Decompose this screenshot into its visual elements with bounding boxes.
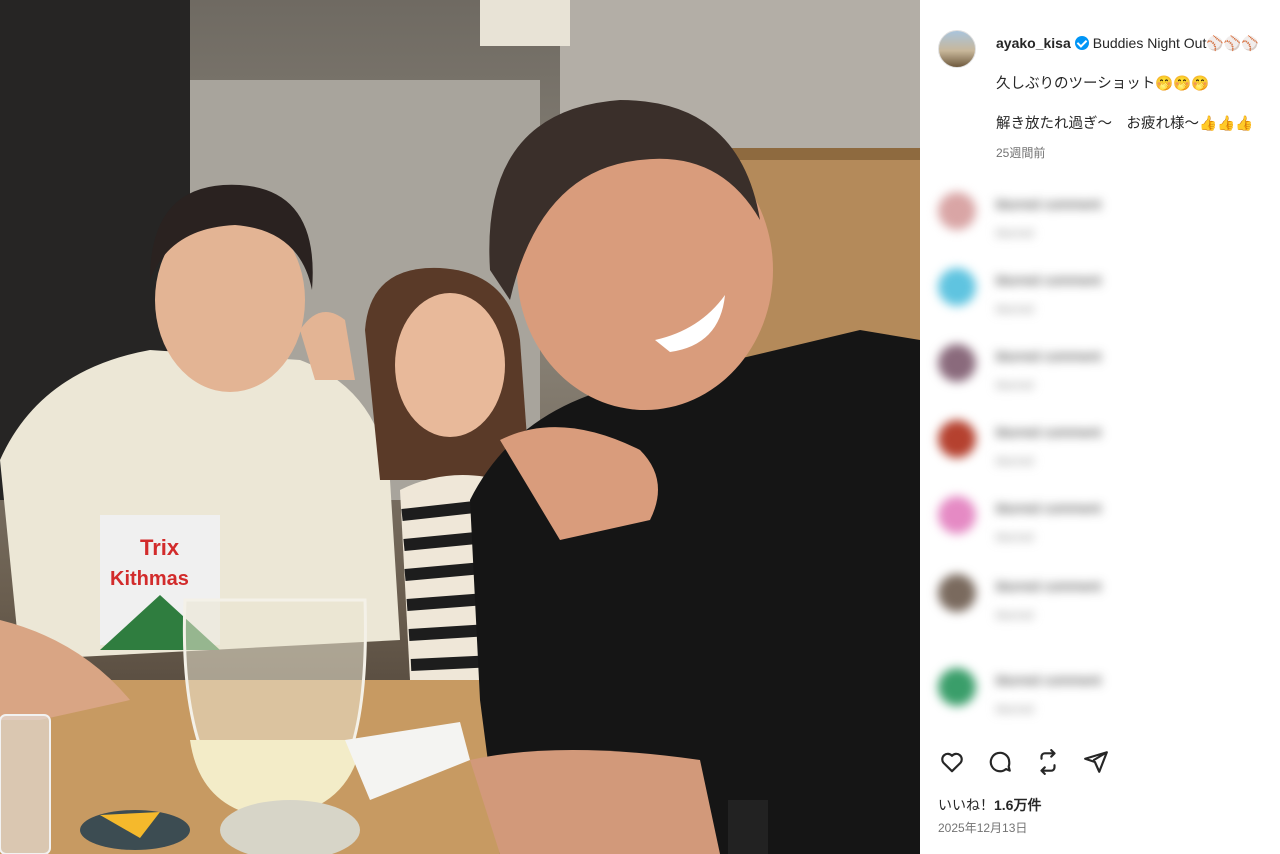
likes-number: 1.6万件	[994, 797, 1042, 813]
comment-item[interactable]: blurred comment blurred	[920, 490, 1280, 560]
likes-count[interactable]: いいね！1.6万件	[938, 795, 1041, 815]
caption-timestamp: 25週間前	[996, 146, 1046, 160]
verified-badge-icon	[1074, 36, 1089, 50]
comment-meta: blurred	[996, 378, 1034, 392]
comment-item[interactable]: blurred comment blurred	[920, 262, 1280, 332]
comment-item[interactable]: blurred comment blurred	[920, 338, 1280, 408]
like-button[interactable]	[938, 748, 966, 776]
author-avatar[interactable]	[938, 30, 976, 68]
caption-title: Buddies Night Out⚾⚾⚾	[1092, 35, 1259, 51]
comment-text: blurred comment	[996, 196, 1102, 212]
comment-text: blurred comment	[996, 578, 1102, 594]
comment-meta: blurred	[996, 702, 1034, 716]
post-sidebar: ayako_kisa Buddies Night Out⚾⚾⚾ 久しぶりのツーショ…	[920, 0, 1280, 854]
caption-line: 解き放たれ過ぎ〜 お疲れ様〜👍👍👍	[996, 116, 1254, 132]
post-date: 2025年12月13日	[938, 821, 1028, 835]
comment-item[interactable]: blurred comment blurred	[920, 662, 1280, 732]
comment-text: blurred comment	[996, 424, 1102, 440]
comment-button[interactable]	[986, 748, 1014, 776]
comment-avatar[interactable]	[938, 192, 976, 230]
comment-item[interactable]: blurred comment blurred	[920, 186, 1280, 256]
comment-avatar[interactable]	[938, 496, 976, 534]
repost-button[interactable]	[1034, 748, 1062, 776]
comment-text: blurred comment	[996, 672, 1102, 688]
shirt-text-2: Kithmas	[110, 568, 189, 590]
share-button[interactable]	[1082, 748, 1110, 776]
comment-meta: blurred	[996, 454, 1034, 468]
comment-meta: blurred	[996, 226, 1034, 240]
comment-avatar[interactable]	[938, 268, 976, 306]
post-photo[interactable]: Trix Kithmas	[0, 0, 920, 854]
comment-item[interactable]: blurred comment blurred	[920, 568, 1280, 638]
heart-icon	[941, 752, 963, 773]
comment-meta: blurred	[996, 608, 1034, 622]
comment-avatar[interactable]	[938, 668, 976, 706]
comment-text: blurred comment	[996, 348, 1102, 364]
comment-meta: blurred	[996, 530, 1034, 544]
comment-avatar[interactable]	[938, 420, 976, 458]
caption-body: 久しぶりのツーショット🤭🤭🤭 解き放たれ過ぎ〜 お疲れ様〜👍👍👍	[996, 74, 1253, 154]
caption-header: ayako_kisa Buddies Night Out⚾⚾⚾	[996, 35, 1259, 52]
comment-text: blurred comment	[996, 272, 1102, 288]
comment-icon	[989, 751, 1011, 773]
likes-label: いいね！	[938, 797, 994, 813]
comment-meta: blurred	[996, 302, 1034, 316]
repost-icon	[1040, 749, 1056, 775]
photo-illustration: Trix Kithmas	[0, 0, 920, 854]
comment-item[interactable]: blurred comment blurred	[920, 414, 1280, 484]
share-icon	[1084, 751, 1108, 773]
comment-text: blurred comment	[996, 500, 1102, 516]
comment-avatar[interactable]	[938, 574, 976, 612]
comment-list: blurred comment blurred blurred comment …	[920, 180, 1280, 740]
comment-avatar[interactable]	[938, 344, 976, 382]
shirt-text-1: Trix	[140, 535, 180, 560]
post-actions	[938, 748, 1110, 778]
author-username[interactable]: ayako_kisa	[996, 35, 1071, 51]
caption-line: 久しぶりのツーショット🤭🤭🤭	[996, 76, 1210, 92]
